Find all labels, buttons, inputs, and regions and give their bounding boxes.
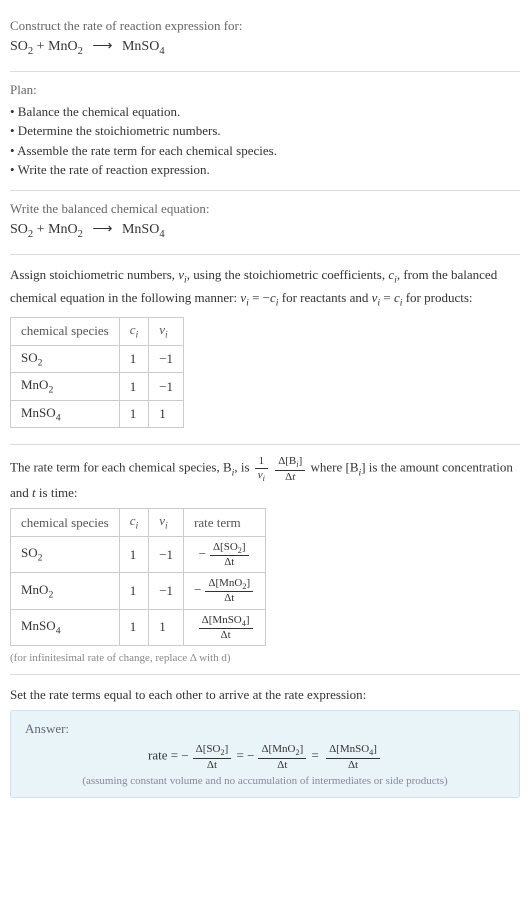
cell-ci: 1 xyxy=(119,609,149,645)
table-row: MnO2 1 −1 xyxy=(11,373,184,401)
cell-species: MnSO4 xyxy=(11,609,120,645)
balanced-header: Write the balanced chemical equation: xyxy=(10,201,520,217)
reactant-2: MnO2 xyxy=(48,39,83,54)
plan-header: Plan: xyxy=(10,82,520,98)
plus-sign: + xyxy=(33,222,48,237)
plan-item: • Balance the chemical equation. xyxy=(10,102,520,122)
cell-ci: 1 xyxy=(119,536,149,572)
table-row: MnSO4 1 1 Δ[MnSO4]Δt xyxy=(11,609,266,645)
col-vi: νi xyxy=(149,509,184,537)
cell-ci: 1 xyxy=(119,400,149,428)
balanced-section: Write the balanced chemical equation: SO… xyxy=(10,191,520,255)
stoich-explain: Assign stoichiometric numbers, νi, using… xyxy=(10,265,520,311)
stoich-table: chemical species ci νi SO2 1 −1 MnO2 1 −… xyxy=(10,317,184,428)
cell-rate: −Δ[MnO2]Δt xyxy=(184,573,266,609)
answer-note: (assuming constant volume and no accumul… xyxy=(25,775,505,787)
answer-label: Answer: xyxy=(25,721,505,737)
plan-item: • Write the rate of reaction expression. xyxy=(10,160,520,180)
cell-ci: 1 xyxy=(119,373,149,401)
table-row: MnSO4 1 1 xyxy=(11,400,184,428)
cell-vi: −1 xyxy=(149,373,184,401)
col-rate: rate term xyxy=(184,509,266,537)
cell-species: SO2 xyxy=(11,536,120,572)
cell-vi: 1 xyxy=(149,400,184,428)
cell-vi: 1 xyxy=(149,609,184,645)
table-header-row: chemical species ci νi rate term xyxy=(11,509,266,537)
cell-vi: −1 xyxy=(149,573,184,609)
stoich-section: Assign stoichiometric numbers, νi, using… xyxy=(10,255,520,446)
plan-item: • Determine the stoichiometric numbers. xyxy=(10,121,520,141)
reaction-arrow: ⟶ xyxy=(92,222,112,237)
col-species: chemical species xyxy=(11,318,120,346)
problem-section: Construct the rate of reaction expressio… xyxy=(10,8,520,72)
cell-vi: −1 xyxy=(149,536,184,572)
plus-sign: + xyxy=(33,39,48,54)
rateterm-section: The rate term for each chemical species,… xyxy=(10,445,520,674)
rateterm-explain: The rate term for each chemical species,… xyxy=(10,455,520,502)
construct-header: Construct the rate of reaction expressio… xyxy=(10,18,520,34)
one-over-nu: 1 νi xyxy=(255,455,268,482)
cell-vi: −1 xyxy=(149,345,184,373)
final-header: Set the rate terms equal to each other t… xyxy=(10,685,520,705)
table-row: SO2 1 −1 xyxy=(11,345,184,373)
cell-ci: 1 xyxy=(119,345,149,373)
col-vi: νi xyxy=(149,318,184,346)
reactant-1: SO2 xyxy=(10,222,33,237)
final-section: Set the rate terms equal to each other t… xyxy=(10,675,520,808)
table-row: SO2 1 −1 −Δ[SO2]Δt xyxy=(11,536,266,572)
plan-section: Plan: • Balance the chemical equation. •… xyxy=(10,72,520,191)
col-ci: ci xyxy=(119,509,149,537)
rateterm-table: chemical species ci νi rate term SO2 1 −… xyxy=(10,508,266,646)
cell-species: MnO2 xyxy=(11,373,120,401)
unbalanced-equation: SO2 + MnO2 ⟶ MnSO4 xyxy=(10,38,520,57)
balanced-equation: SO2 + MnO2 ⟶ MnSO4 xyxy=(10,221,520,240)
plan-list: • Balance the chemical equation. • Deter… xyxy=(10,102,520,180)
product-1: MnSO4 xyxy=(122,39,165,54)
infinitesimal-note: (for infinitesimal rate of change, repla… xyxy=(10,652,520,664)
table-row: MnO2 1 −1 −Δ[MnO2]Δt xyxy=(11,573,266,609)
dBi-dt: Δ[Bi] Δt xyxy=(275,455,305,482)
reaction-arrow: ⟶ xyxy=(92,39,112,54)
table-header-row: chemical species ci νi xyxy=(11,318,184,346)
col-species: chemical species xyxy=(11,509,120,537)
cell-rate: −Δ[SO2]Δt xyxy=(184,536,266,572)
cell-species: MnSO4 xyxy=(11,400,120,428)
cell-ci: 1 xyxy=(119,573,149,609)
answer-box: Answer: rate = −Δ[SO2]Δt = −Δ[MnO2]Δt = … xyxy=(10,710,520,797)
cell-species: SO2 xyxy=(11,345,120,373)
col-ci: ci xyxy=(119,318,149,346)
reactant-2: MnO2 xyxy=(48,222,83,237)
cell-rate: Δ[MnSO4]Δt xyxy=(184,609,266,645)
reactant-1: SO2 xyxy=(10,39,33,54)
cell-species: MnO2 xyxy=(11,573,120,609)
answer-rate-expression: rate = −Δ[SO2]Δt = −Δ[MnO2]Δt = Δ[MnSO4]… xyxy=(25,743,505,770)
product-1: MnSO4 xyxy=(122,222,165,237)
plan-item: • Assemble the rate term for each chemic… xyxy=(10,141,520,161)
